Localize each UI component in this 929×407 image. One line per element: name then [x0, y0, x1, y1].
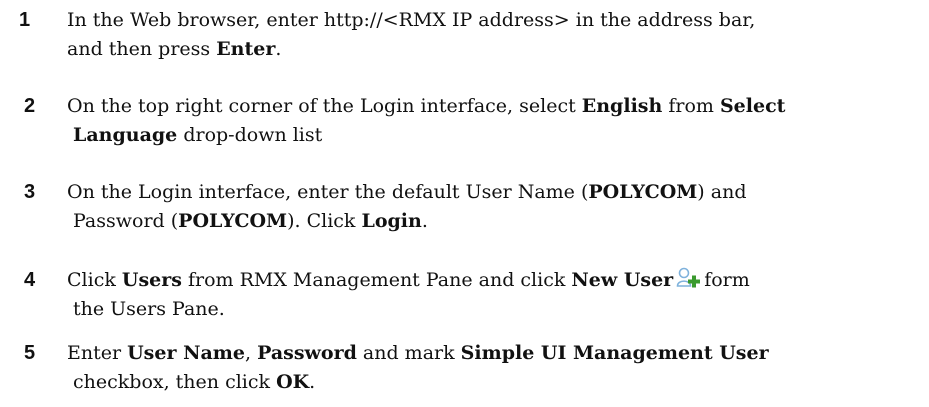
step-text-segment: On the Login interface, enter the defaul…	[67, 181, 589, 203]
step-text-line-2: and then press Enter.	[67, 35, 923, 64]
step-text: On the top right corner of the Login int…	[67, 92, 923, 150]
step-text-line-1: On the top right corner of the Login int…	[67, 95, 785, 117]
step-text-segment: Password (	[73, 210, 179, 232]
bold-term: New User	[571, 269, 674, 291]
step-text-segment: and mark	[356, 342, 461, 364]
step-text-segment: drop-down list	[177, 124, 323, 146]
bold-term: User Name	[127, 342, 245, 364]
instruction-steps: 1 In the Web browser, enter http://<RMX …	[0, 0, 929, 407]
step-text-segment: ) and	[697, 181, 747, 203]
step-text-segment: from RMX Management Pane and click	[181, 269, 572, 291]
step-text-line-2: the Users Pane.	[67, 295, 923, 324]
step-text-segment: Enter	[67, 342, 128, 364]
step-number: 1	[19, 9, 31, 31]
bold-term: Enter	[216, 38, 276, 60]
bold-term: POLYCOM	[588, 181, 698, 203]
step-text-segment: Click	[67, 269, 122, 291]
bold-term: Login	[361, 210, 422, 232]
step-text-segment: form	[704, 269, 750, 291]
new-user-icon	[676, 267, 701, 289]
step-text: On the Login interface, enter the defaul…	[67, 178, 923, 236]
step-text-segment: .	[309, 371, 316, 393]
step-number: 2	[24, 95, 36, 117]
step-text-segment: On the top right corner of the Login int…	[67, 95, 582, 117]
step-text-line-1: Click Users from RMX Management Pane and…	[67, 267, 750, 291]
step-text: In the Web browser, enter http://<RMX IP…	[67, 6, 923, 64]
step-text-line-1: Enter User Name, Password and mark Simpl…	[67, 342, 769, 364]
step-text: Enter User Name, Password and mark Simpl…	[67, 339, 923, 397]
step-text-segment: .	[421, 210, 428, 232]
step-text-segment: checkbox, then click	[73, 371, 277, 393]
bold-term: Select	[719, 95, 786, 117]
bold-term: Simple UI Management User	[460, 342, 769, 364]
step-text-line-2: Language drop-down list	[67, 121, 923, 150]
step-text-segment: .	[275, 38, 282, 60]
step-text-segment: ). Click	[287, 210, 362, 232]
step-text-line-2: checkbox, then click OK.	[67, 368, 923, 397]
step-number: 5	[24, 342, 36, 364]
step-text-segment: In the Web browser, enter http://<RMX IP…	[67, 9, 756, 31]
step-text-line-2: Password (POLYCOM). Click Login.	[67, 207, 923, 236]
step-text-segment: ,	[244, 342, 258, 364]
bold-term: Language	[73, 124, 178, 146]
step-text: Click Users from RMX Management Pane and…	[67, 266, 923, 324]
step-text-segment: the Users Pane.	[73, 298, 225, 320]
bold-term: POLYCOM	[178, 210, 288, 232]
step-text-segment: from	[662, 95, 720, 117]
step-text-segment: and then press	[67, 38, 217, 60]
step-text-line-1: In the Web browser, enter http://<RMX IP…	[67, 9, 755, 31]
bold-term: Password	[257, 342, 357, 364]
step-text-line-1: On the Login interface, enter the defaul…	[67, 181, 746, 203]
bold-term: Users	[121, 269, 182, 291]
step-number: 3	[24, 181, 36, 203]
bold-term: English	[581, 95, 663, 117]
step-number: 4	[24, 269, 36, 291]
bold-term: OK	[276, 371, 310, 393]
